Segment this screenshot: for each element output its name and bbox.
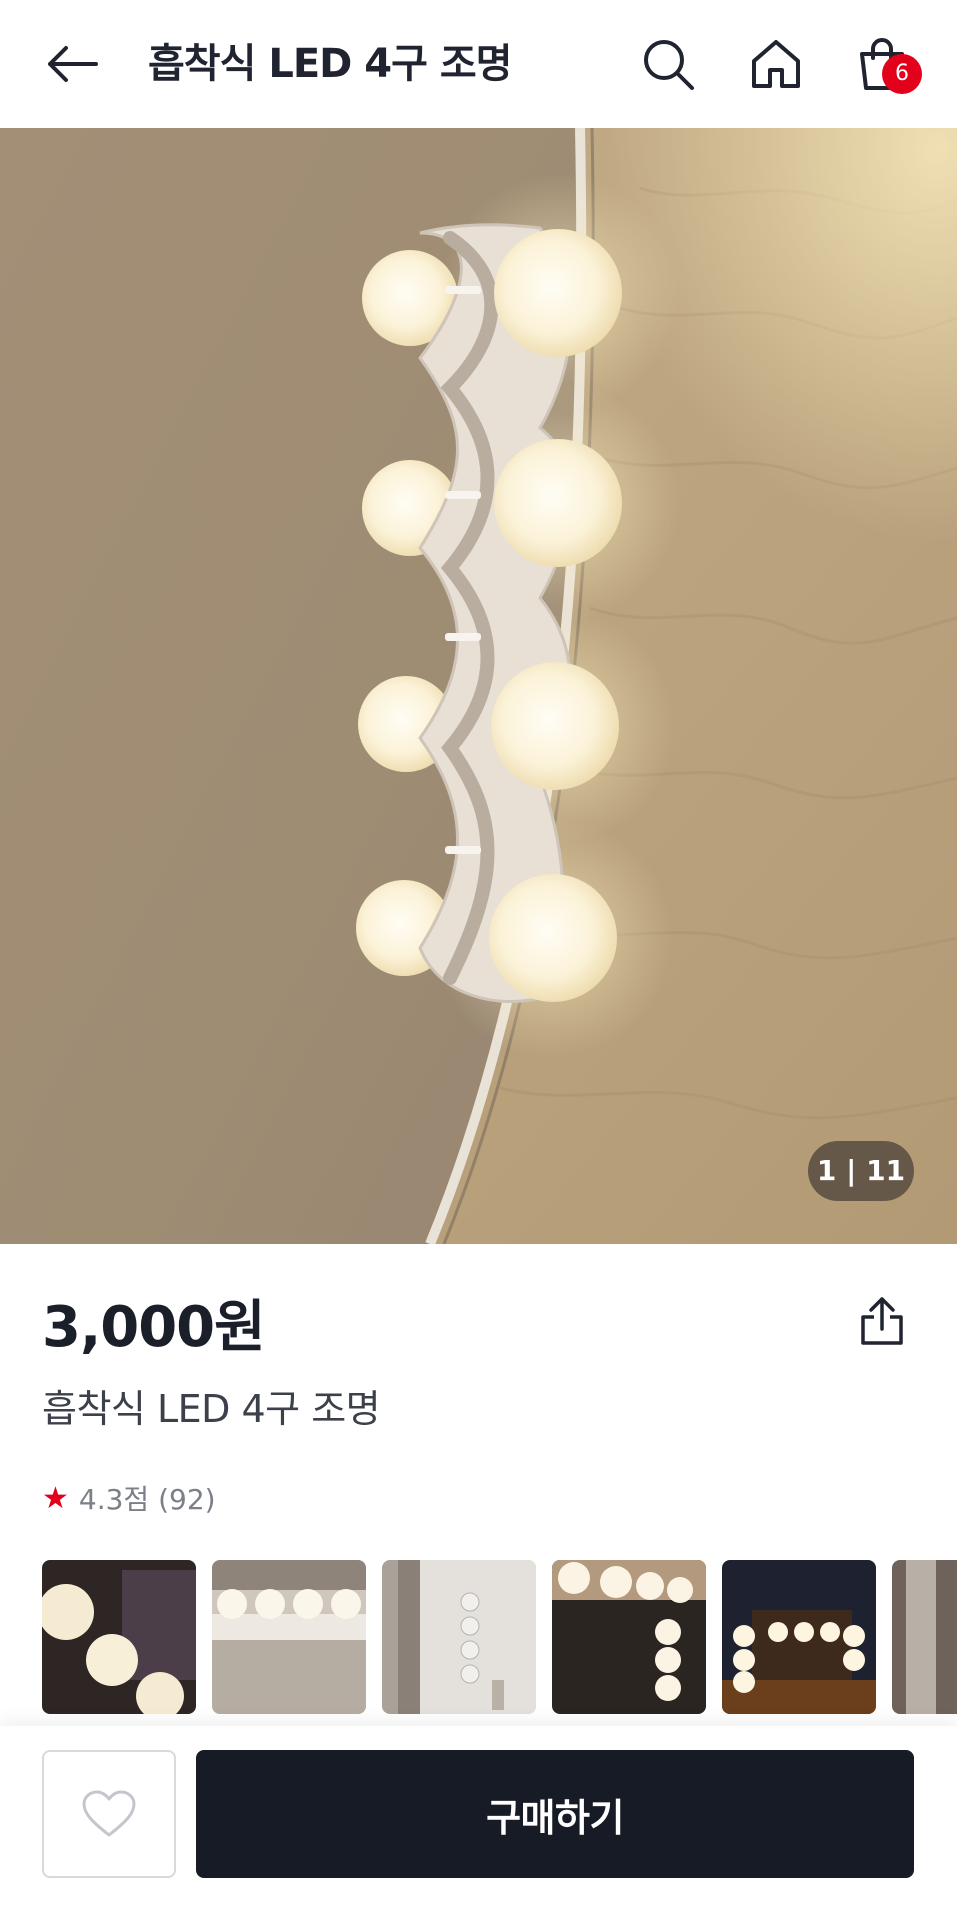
thumbnail-2[interactable] <box>212 1560 366 1714</box>
thumbnail-3[interactable] <box>382 1560 536 1714</box>
heart-icon <box>82 1790 136 1837</box>
product-name: 흡착식 LED 4구 조명 <box>42 1387 381 1431</box>
bottom-action-bar: 구매하기 <box>0 1726 957 1920</box>
search-button[interactable] <box>636 32 700 96</box>
home-button[interactable] <box>744 32 808 96</box>
top-app-bar: 흡착식 LED 4구 조명 6 <box>0 0 957 128</box>
home-icon <box>752 40 800 88</box>
wishlist-button[interactable] <box>42 1750 176 1878</box>
thumbnail-6[interactable] <box>892 1560 957 1714</box>
share-icon <box>861 1297 903 1345</box>
buy-button[interactable]: 구매하기 <box>196 1750 914 1878</box>
arrow-left-icon <box>48 46 98 82</box>
thumbnail-strip[interactable] <box>42 1560 957 1716</box>
page-title: 흡착식 LED 4구 조명 <box>148 41 512 87</box>
image-page-indicator: 1 | 11 <box>808 1141 914 1201</box>
product-rating[interactable]: ★ 4.3점 (92) <box>42 1478 216 1518</box>
product-image-carousel[interactable]: 1 | 11 <box>0 128 957 1244</box>
search-icon <box>644 40 694 90</box>
share-button[interactable] <box>852 1290 912 1352</box>
thumbnail-4[interactable] <box>552 1560 706 1714</box>
back-button[interactable] <box>42 38 102 90</box>
product-main-image <box>0 128 957 1244</box>
thumbnail-5[interactable] <box>722 1560 876 1714</box>
cart-count-badge: 6 <box>882 54 922 94</box>
star-icon: ★ <box>42 1480 69 1516</box>
product-price: 3,000원 <box>42 1295 266 1360</box>
rating-text: 4.3점 (92) <box>78 1483 216 1516</box>
thumbnail-1[interactable] <box>42 1560 196 1714</box>
